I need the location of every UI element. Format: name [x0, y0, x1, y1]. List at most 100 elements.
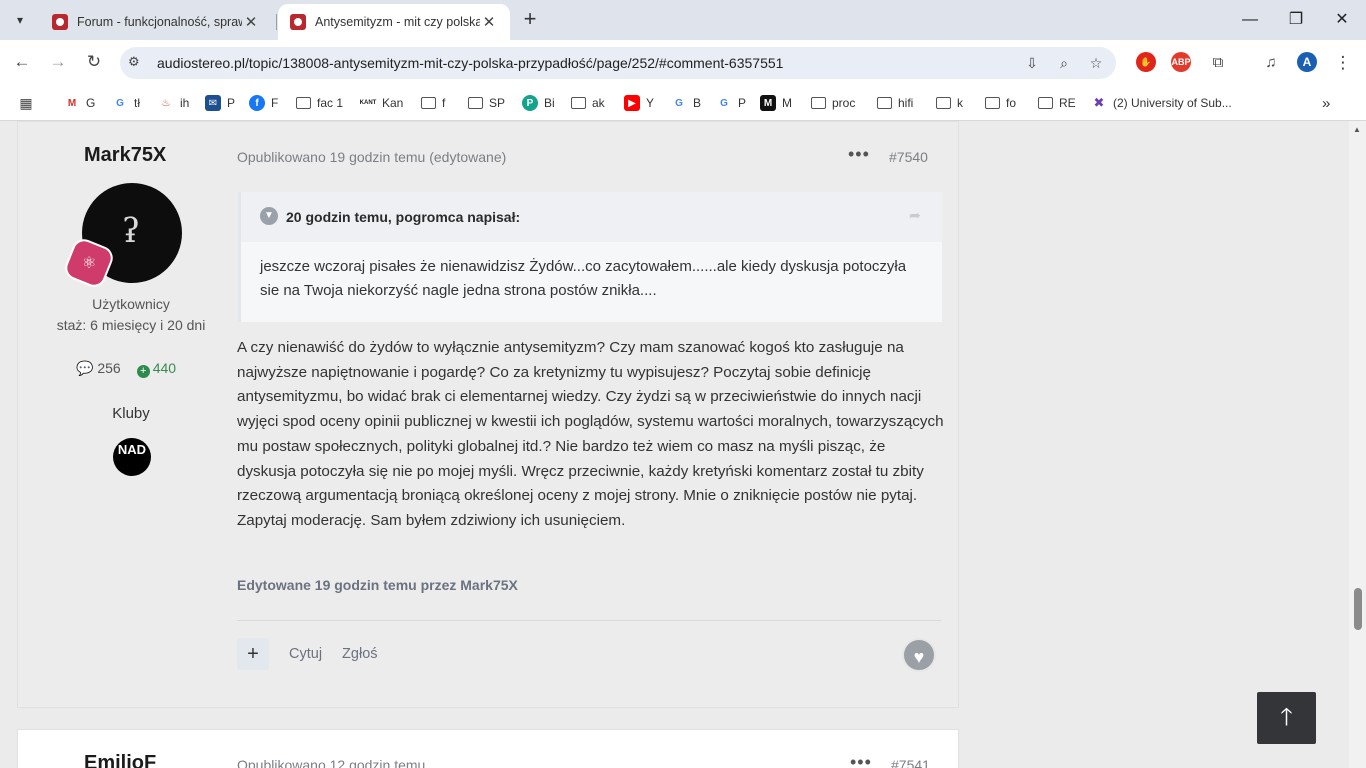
quote-block: ▼ 20 godzin temu, pogromca napisał: ➦ je…: [238, 192, 942, 322]
more-options-icon[interactable]: •••: [850, 752, 872, 768]
tab-strip: ▾ Forum - funkcjonalność, sprawy ✕ Antys…: [0, 0, 1366, 40]
post-number[interactable]: #7540: [889, 149, 928, 165]
tab-separator: [276, 14, 277, 30]
address-bar[interactable]: ⚙ audiostereo.pl/topic/138008-antysemity…: [120, 47, 1116, 79]
window-close-icon[interactable]: ✕: [1330, 8, 1354, 32]
adblock-extension-icon[interactable]: ABP: [1171, 52, 1191, 72]
post-date[interactable]: Opublikowano 19 godzin temu (edytowane): [237, 149, 506, 165]
bookmark-item[interactable]: SP: [468, 93, 505, 113]
bookmarks-bar: ▦ MG Gtł ♨ ih ✉ P fF fac 1 KANT Kan f SP PB…: [0, 85, 1366, 121]
report-button[interactable]: Zgłoś: [342, 646, 377, 662]
folder-icon: [811, 97, 826, 109]
youtube-icon: ▶: [624, 95, 640, 111]
more-bookmarks-icon[interactable]: »: [1322, 93, 1330, 113]
folder-icon: [296, 97, 311, 109]
m-logo-icon: M: [760, 95, 776, 111]
heart-icon[interactable]: ♥: [902, 638, 936, 672]
reload-icon[interactable]: ↻: [82, 50, 106, 74]
more-options-icon[interactable]: •••: [848, 144, 870, 165]
edited-note: Edytowane 19 godzin temu przez Mark75X: [237, 577, 518, 593]
gmail-icon: M: [67, 97, 77, 109]
folder-icon: [421, 97, 436, 109]
bookmark-item[interactable]: fac 1: [296, 93, 343, 113]
back-icon[interactable]: ←: [10, 50, 34, 74]
url-text[interactable]: audiostereo.pl/topic/138008-antysemityzm…: [157, 55, 783, 71]
bookmark-item[interactable]: P Bi: [522, 93, 555, 113]
bookmark-item[interactable]: proc: [811, 93, 855, 113]
bookmark-item[interactable]: KANT Kan: [359, 93, 404, 113]
posts-count: 💬 256: [76, 360, 121, 376]
quote-text: jeszcze wczoraj pisałes że nienawidzisz …: [260, 258, 907, 299]
facebook-icon: f: [249, 95, 265, 111]
google-icon: G: [675, 97, 683, 109]
post-date[interactable]: Opublikowano 12 godzin temu: [237, 757, 425, 768]
share-arrow-icon[interactable]: ➦: [909, 207, 921, 224]
bookmark-item[interactable]: Gtł: [112, 93, 140, 113]
clubs-label: Kluby: [112, 405, 150, 422]
close-icon[interactable]: ✕: [480, 13, 498, 31]
bookmark-item[interactable]: fF: [249, 93, 278, 113]
bookmark-item[interactable]: RE: [1038, 93, 1076, 113]
quote-button[interactable]: Cytuj: [289, 646, 322, 662]
bookmark-item[interactable]: fo: [985, 93, 1016, 113]
site-info-icon[interactable]: ⚙: [128, 54, 140, 70]
tab-forum[interactable]: Forum - funkcjonalność, sprawy ✕: [40, 4, 272, 40]
chevron-down-icon[interactable]: ▼: [260, 207, 278, 225]
forum-post: EmilioF Opublikowano 12 godzin temu ••• …: [17, 729, 959, 768]
user-tenure: staż: 6 miesięcy i 20 dni: [56, 317, 206, 333]
close-icon[interactable]: ✕: [242, 13, 260, 31]
profile-avatar[interactable]: A: [1297, 52, 1317, 72]
new-tab-icon[interactable]: +: [518, 8, 542, 32]
bookmark-star-icon[interactable]: ☆: [1086, 53, 1106, 73]
circle-icon: P: [522, 95, 538, 111]
bookmark-item[interactable]: hifi: [877, 93, 913, 113]
forward-icon[interactable]: →: [46, 50, 70, 74]
stop-extension-icon[interactable]: ✋: [1136, 52, 1156, 72]
bookmark-item[interactable]: MM: [760, 93, 792, 113]
bookmark-item[interactable]: ✉ P: [205, 93, 235, 113]
menu-icon[interactable]: ⋮: [1332, 52, 1354, 74]
plus-icon: +: [136, 365, 150, 378]
google-icon: G: [116, 97, 124, 109]
scroll-to-top-button[interactable]: 🡑: [1257, 692, 1316, 744]
bookmark-item[interactable]: f: [421, 93, 445, 113]
folder-icon: [1038, 97, 1053, 109]
author-name[interactable]: Mark75X: [84, 144, 166, 167]
restore-icon[interactable]: ❐: [1284, 8, 1308, 32]
minimize-icon[interactable]: —: [1238, 8, 1262, 32]
bookmark-item[interactable]: MG: [64, 93, 96, 113]
bookmark-item[interactable]: ak: [571, 93, 605, 113]
zoom-icon[interactable]: ⌕: [1054, 53, 1074, 73]
multiquote-button[interactable]: +: [237, 638, 269, 670]
bookmark-item[interactable]: ▶ Y: [624, 93, 654, 113]
tab-antysemityzm[interactable]: Antysemityzm - mit czy polska p ✕: [278, 4, 510, 40]
quote-header[interactable]: ▼ 20 godzin temu, pogromca napisał: ➦: [241, 192, 942, 242]
bookmark-item[interactable]: ✖ (2) University of Sub...: [1091, 93, 1232, 113]
post-number[interactable]: #7541: [891, 757, 930, 768]
media-control-icon[interactable]: ♫: [1260, 52, 1282, 74]
club-logo[interactable]: NAD: [113, 438, 151, 476]
author-name[interactable]: EmilioF: [84, 752, 156, 768]
scroll-up-icon[interactable]: ▲: [1353, 125, 1361, 134]
comment-icon: 💬: [76, 360, 94, 376]
folder-icon: [468, 97, 483, 109]
extensions-icon[interactable]: ⧉: [1207, 52, 1229, 74]
folder-icon: [985, 97, 1000, 109]
apps-icon[interactable]: ▦: [18, 93, 40, 113]
tab-title: Forum - funkcjonalność, sprawy: [77, 15, 242, 29]
browser-toolbar: ← → ↻ ⚙ audiostereo.pl/topic/138008-anty…: [0, 40, 1366, 85]
folder-icon: [571, 97, 586, 109]
bookmark-item[interactable]: GB: [671, 93, 701, 113]
post-body: A czy nienawiść do żydów to wyłącznie an…: [237, 339, 944, 529]
bookmark-item[interactable]: k: [936, 93, 963, 113]
scrollbar-thumb[interactable]: [1354, 588, 1362, 630]
bookmark-item[interactable]: ♨ ih: [158, 93, 190, 113]
forum-post: Mark75X ʡ ⚛ Użytkownicy staż: 6 miesięcy…: [17, 121, 959, 708]
bookmark-item[interactable]: GP: [716, 93, 746, 113]
site-favicon-icon: [290, 14, 306, 30]
scrollbar[interactable]: ▲: [1349, 121, 1366, 768]
install-icon[interactable]: ⇩: [1022, 53, 1042, 73]
post-actions: + Cytuj Zgłoś: [237, 638, 398, 670]
tab-search-icon[interactable]: ▾: [8, 8, 32, 32]
kantor-icon: KANT: [359, 100, 377, 106]
